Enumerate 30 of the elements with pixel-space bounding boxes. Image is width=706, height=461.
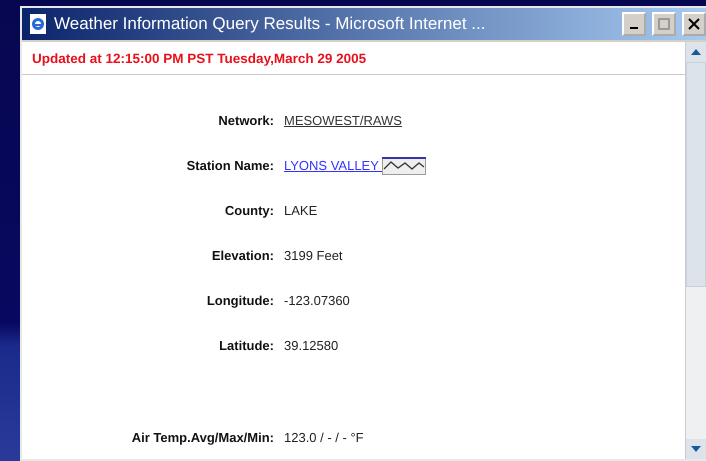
close-icon (688, 18, 700, 30)
field-label: Station Name: (186, 157, 274, 175)
field-value: MESOWEST/RAWS (284, 112, 402, 130)
up-arrow-icon (691, 49, 701, 55)
maximize-button[interactable] (652, 12, 676, 36)
minimize-button[interactable] (622, 12, 646, 36)
field-label: Longitude: (206, 292, 274, 310)
field-value: 3199 Feet (284, 247, 343, 265)
field-value: 39.12580 (284, 337, 338, 355)
updated-timestamp: Updated at 12:15:00 PM PST Tuesday,March 29 2005 (22, 42, 685, 75)
scroll-down-button[interactable] (686, 439, 706, 459)
minimize-icon (630, 27, 638, 29)
station-link[interactable]: LYONS VALLEY (284, 156, 382, 175)
window-title: Weather Information Query Results - Microsoft Internet ... (54, 14, 486, 34)
field-label: Air Temp.Avg/Max/Min: (130, 429, 274, 447)
maximize-icon (658, 18, 670, 30)
close-button[interactable] (682, 12, 706, 36)
scroll-thumb[interactable] (686, 62, 706, 287)
field-label: County: (224, 202, 274, 220)
browser-icon (28, 13, 48, 35)
field-value: LAKE (284, 202, 318, 220)
field-label: Latitude: (218, 337, 274, 355)
chart-icon[interactable] (382, 156, 426, 174)
field-label: Elevation: (210, 247, 274, 265)
field-value: 123.0 / - / - °F (284, 429, 364, 447)
scroll-up-button[interactable] (686, 42, 706, 62)
field-value: -123.07360 (284, 292, 350, 310)
scrollbar[interactable] (685, 42, 706, 459)
down-arrow-icon (691, 446, 701, 452)
field-label: Network: (217, 112, 274, 130)
